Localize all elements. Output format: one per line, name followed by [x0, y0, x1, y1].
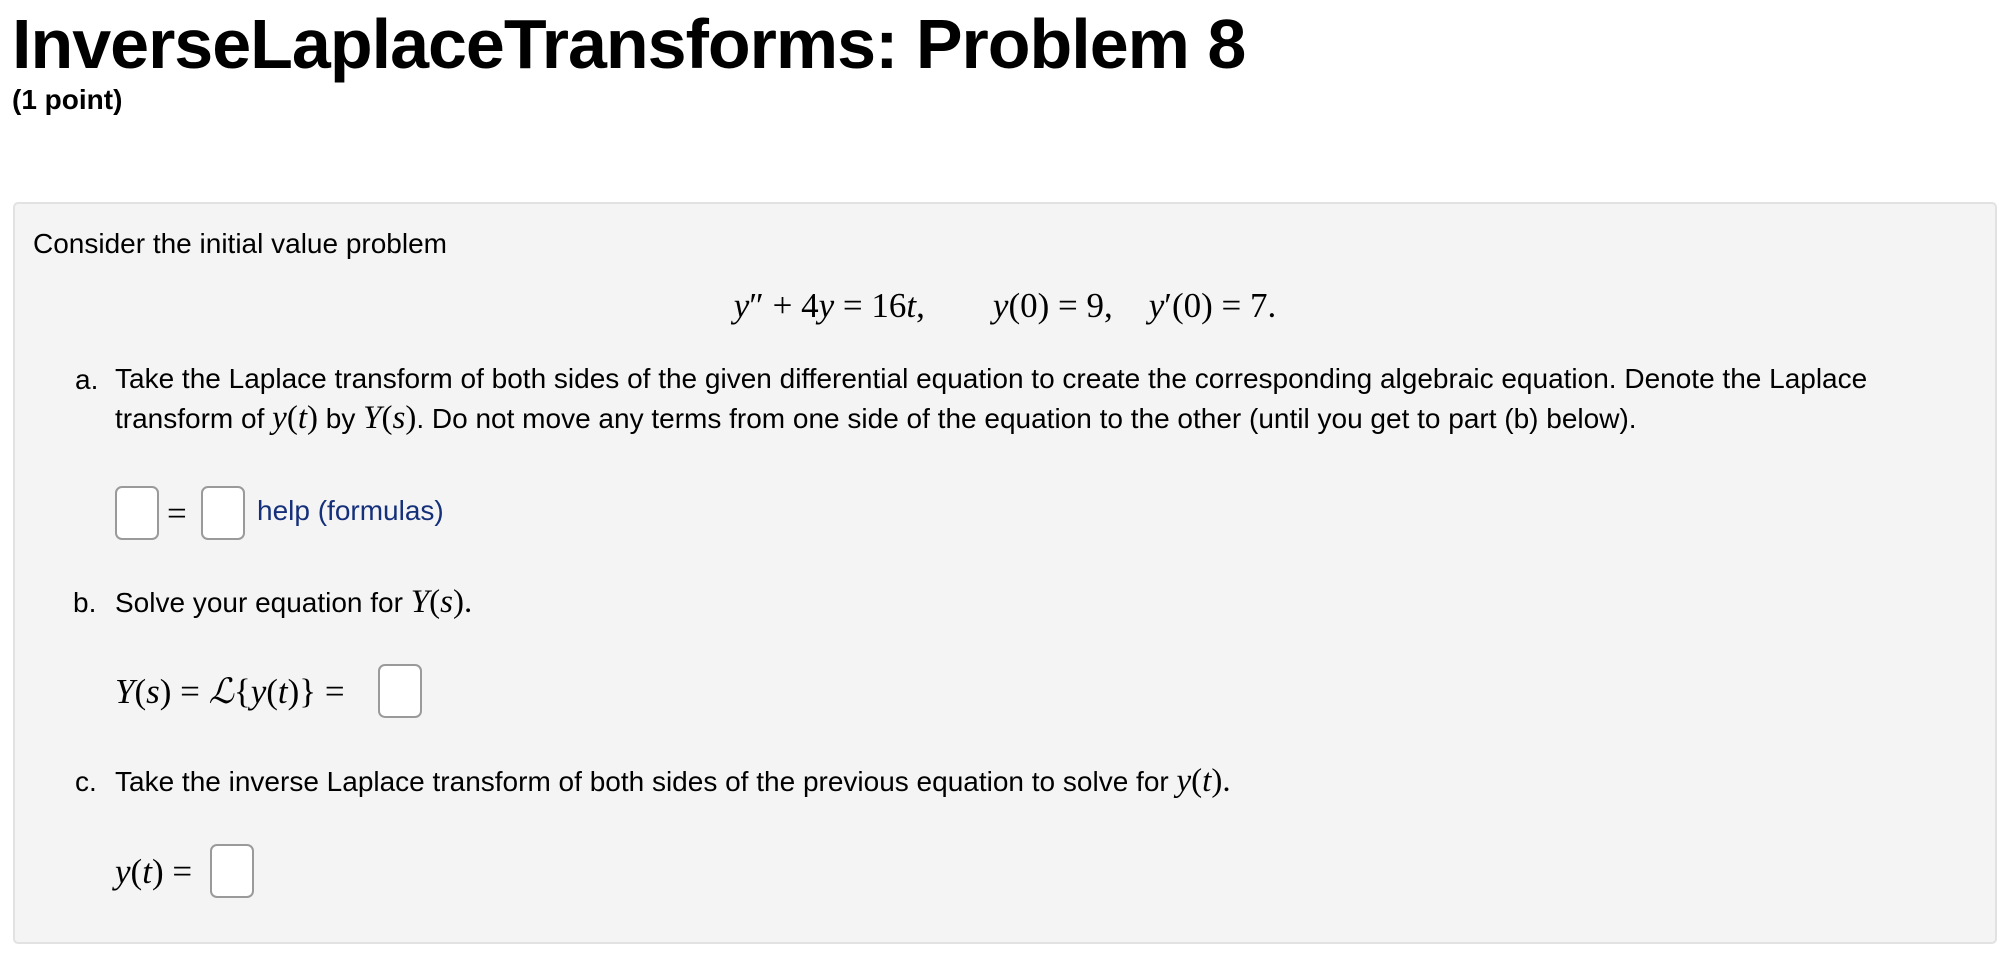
part-a-text-line2: transform of y(t) by Y(s). Do not move a… [115, 400, 1637, 436]
part-b-equation: Y(s) = ℒ{y(t)} = [115, 672, 345, 712]
part-c-marker: c. [75, 766, 97, 797]
answer-c-input[interactable] [210, 844, 254, 898]
part-c-text: Take the inverse Laplace transform of bo… [115, 763, 1231, 799]
Y-of-s-math: Y(s) [363, 400, 417, 436]
intro-text: Consider the initial value problem [33, 228, 447, 259]
part-c-equation: y(t) = [115, 852, 193, 891]
page-title: InverseLaplaceTransforms: Problem 8 [12, 5, 1246, 83]
y-of-t-math: y(t) [272, 400, 318, 436]
help-formulas-link[interactable]: help (formulas) [257, 495, 444, 527]
equals-sign: = [167, 494, 187, 533]
answer-a-left-input[interactable] [115, 486, 159, 540]
problem-box: Consider the initial value problem y″ + … [13, 202, 1997, 944]
points-label: (1 point) [12, 84, 123, 115]
part-b-text: Solve your equation for Y(s). [115, 584, 473, 620]
answer-a-right-input[interactable] [201, 486, 245, 540]
part-a-marker: a. [75, 364, 99, 395]
part-a-text-line1: Take the Laplace transform of both sides… [115, 363, 1868, 394]
answer-b-input[interactable] [378, 664, 422, 718]
part-b-marker: b. [73, 587, 97, 618]
initial-value-equation: y″ + 4y = 16t, y(0) = 9, y′(0) = 7. [733, 286, 1277, 325]
